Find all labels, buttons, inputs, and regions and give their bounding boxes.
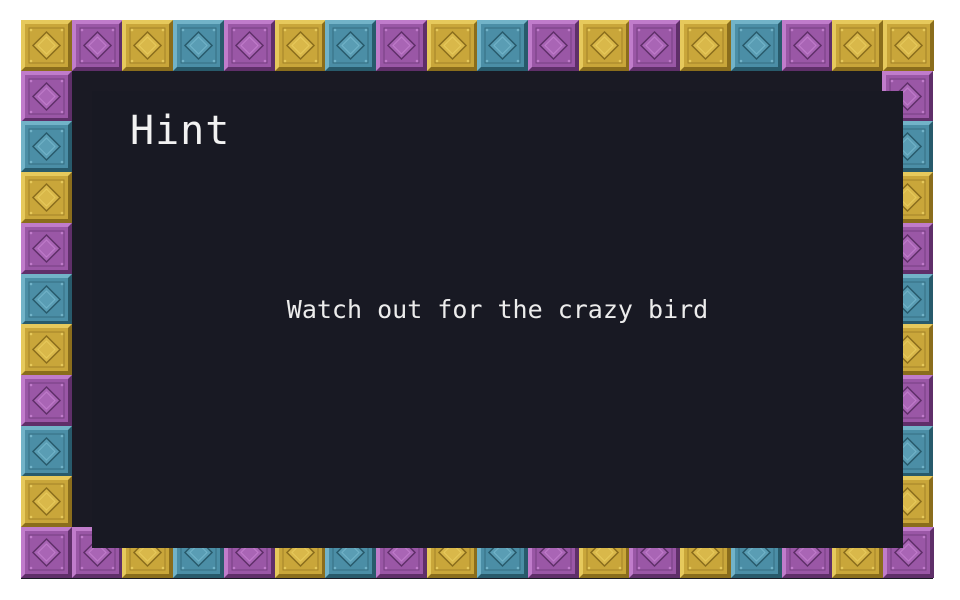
diamond-gem-icon bbox=[21, 71, 72, 122]
border-tile-top bbox=[427, 20, 478, 71]
border-tile-top bbox=[782, 20, 833, 71]
border-tile-top bbox=[731, 20, 782, 71]
border-tile-left bbox=[21, 223, 72, 274]
diamond-gem-icon bbox=[21, 121, 72, 172]
border-tile-top bbox=[275, 20, 326, 71]
border-tile-top bbox=[224, 20, 275, 71]
hint-message: Watch out for the crazy bird bbox=[286, 295, 709, 324]
border-tile-top bbox=[173, 20, 224, 71]
diamond-gem-icon bbox=[528, 20, 579, 71]
diamond-gem-icon bbox=[275, 20, 326, 71]
diamond-gem-icon bbox=[21, 20, 72, 71]
border-tile-left bbox=[21, 324, 72, 375]
diamond-gem-icon bbox=[224, 20, 275, 71]
diamond-gem-icon bbox=[782, 20, 833, 71]
diamond-gem-icon bbox=[427, 20, 478, 71]
border-tile-left bbox=[21, 172, 72, 223]
diamond-gem-icon bbox=[832, 20, 883, 71]
diamond-gem-icon bbox=[731, 20, 782, 71]
border-tile-top bbox=[629, 20, 680, 71]
diamond-gem-icon bbox=[21, 274, 72, 325]
hint-title: Hint bbox=[130, 108, 231, 154]
border-tile-bottom bbox=[21, 527, 72, 578]
diamond-gem-icon bbox=[680, 20, 731, 71]
diamond-gem-icon bbox=[376, 20, 427, 71]
border-tile-left bbox=[21, 121, 72, 172]
border-tile-top bbox=[21, 20, 72, 71]
border-tile-top bbox=[122, 20, 173, 71]
diamond-gem-icon bbox=[21, 476, 72, 527]
border-tile-left bbox=[21, 476, 72, 527]
border-tile-top bbox=[579, 20, 630, 71]
diamond-gem-icon bbox=[629, 20, 680, 71]
diamond-gem-icon bbox=[325, 20, 376, 71]
diamond-gem-icon bbox=[579, 20, 630, 71]
diamond-gem-icon bbox=[21, 324, 72, 375]
diamond-gem-icon bbox=[477, 20, 528, 71]
diamond-gem-icon bbox=[21, 527, 72, 578]
diamond-gem-icon bbox=[883, 20, 934, 71]
border-tile-top bbox=[72, 20, 123, 71]
border-tile-top bbox=[832, 20, 883, 71]
diamond-gem-icon bbox=[72, 20, 123, 71]
hint-panel: Hint Watch out for the crazy bird bbox=[92, 91, 903, 548]
border-tile-top bbox=[680, 20, 731, 71]
border-tile-left bbox=[21, 274, 72, 325]
diamond-gem-icon bbox=[122, 20, 173, 71]
hint-dialog: Hint Watch out for the crazy bird bbox=[21, 20, 934, 579]
border-tile-top bbox=[477, 20, 528, 71]
diamond-gem-icon bbox=[21, 426, 72, 477]
diamond-gem-icon bbox=[21, 375, 72, 426]
diamond-gem-icon bbox=[21, 172, 72, 223]
border-tile-top bbox=[376, 20, 427, 71]
border-tile-top bbox=[883, 20, 934, 71]
border-tile-left bbox=[21, 71, 72, 122]
border-tile-top bbox=[528, 20, 579, 71]
border-tile-left bbox=[21, 426, 72, 477]
diamond-gem-icon bbox=[21, 223, 72, 274]
diamond-gem-icon bbox=[173, 20, 224, 71]
border-tile-left bbox=[21, 375, 72, 426]
border-tile-top bbox=[325, 20, 376, 71]
